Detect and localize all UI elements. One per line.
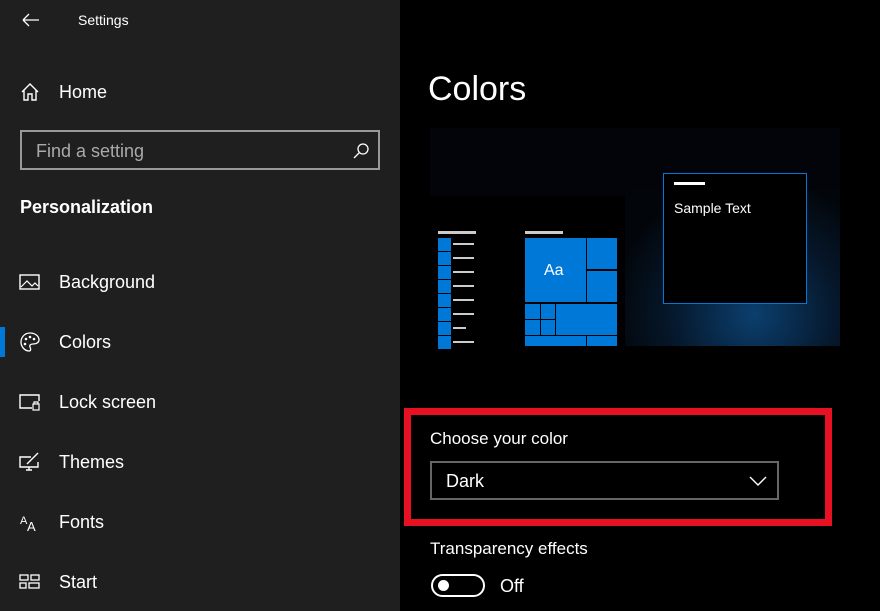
page-title: Colors [428, 70, 527, 108]
preview-taskbar-icon [438, 238, 451, 251]
toggle-state: Off [500, 576, 524, 596]
preview-taskbar-line [453, 243, 474, 245]
preview-taskbar-line [453, 341, 474, 343]
svg-text:A: A [27, 519, 36, 533]
transparency-label: Transparency effects [430, 539, 588, 558]
sample-text: Sample Text [674, 200, 751, 216]
fonts-icon: AA [20, 515, 36, 533]
sidebar-item-label: Lock screen [59, 391, 157, 412]
preview-taskbar-icon [438, 252, 451, 265]
preview-taskbar-line [453, 271, 474, 273]
preview-taskbar-line [453, 313, 474, 315]
back-arrow-icon [22, 13, 39, 27]
selected-indicator [0, 327, 5, 357]
sidebar-item-background[interactable]: Background [0, 262, 400, 302]
palette-icon [20, 332, 40, 352]
sidebar-item-label: Fonts [59, 511, 105, 532]
sidebar: Settings Home Find a setting Personaliza… [0, 0, 400, 611]
sidebar-item-label: Themes [59, 451, 125, 472]
color-preview: Aa Sample Text [430, 128, 840, 349]
window-title: Settings [78, 12, 129, 28]
chevron-down-icon [749, 476, 767, 486]
lock-screen-icon [19, 394, 40, 411]
sidebar-item-label: Colors [59, 331, 112, 352]
preview-tile-text: Aa [544, 262, 564, 279]
preview-taskbar-icon [438, 280, 451, 293]
preview-taskbar-icon [438, 294, 451, 307]
main-content: Colors Aa Sample Text Choose your color … [400, 0, 880, 611]
search-icon [353, 143, 369, 159]
preview-taskbar-icon [438, 266, 451, 279]
search-input[interactable]: Find a setting [20, 130, 380, 170]
preview-taskbar-icon [438, 336, 451, 349]
choose-color-label: Choose your color [430, 429, 568, 448]
sidebar-item-lock-screen[interactable]: Lock screen [0, 382, 400, 422]
search-placeholder: Find a setting [36, 141, 145, 161]
preview-window: Sample Text [663, 173, 807, 304]
sidebar-item-label: Background [59, 271, 156, 292]
preview-taskbar-line [453, 327, 466, 329]
preview-taskbar-icon [438, 308, 451, 321]
toggle-knob [438, 580, 449, 591]
preview-taskbar-line [453, 285, 474, 287]
dropdown-value: Dark [446, 471, 485, 491]
sidebar-item-start[interactable]: Start [0, 562, 400, 602]
back-button[interactable] [14, 6, 46, 34]
themes-icon [19, 452, 39, 471]
sidebar-item-fonts[interactable]: AA Fonts [0, 502, 400, 542]
section-heading: Personalization [20, 197, 154, 217]
sidebar-item-label: Home [59, 81, 108, 102]
sidebar-item-colors[interactable]: Colors [0, 322, 400, 362]
sidebar-item-home[interactable]: Home [0, 72, 400, 112]
start-icon [19, 574, 40, 589]
sidebar-item-label: Start [59, 571, 98, 592]
home-icon [21, 83, 39, 101]
sidebar-item-themes[interactable]: Themes [0, 442, 400, 482]
choose-color-dropdown[interactable]: Dark [430, 461, 779, 500]
preview-taskbar-line [453, 257, 474, 259]
transparency-toggle[interactable] [431, 574, 485, 597]
image-icon [19, 274, 40, 290]
preview-taskbar-line [453, 299, 474, 301]
preview-taskbar-icon [438, 322, 451, 335]
